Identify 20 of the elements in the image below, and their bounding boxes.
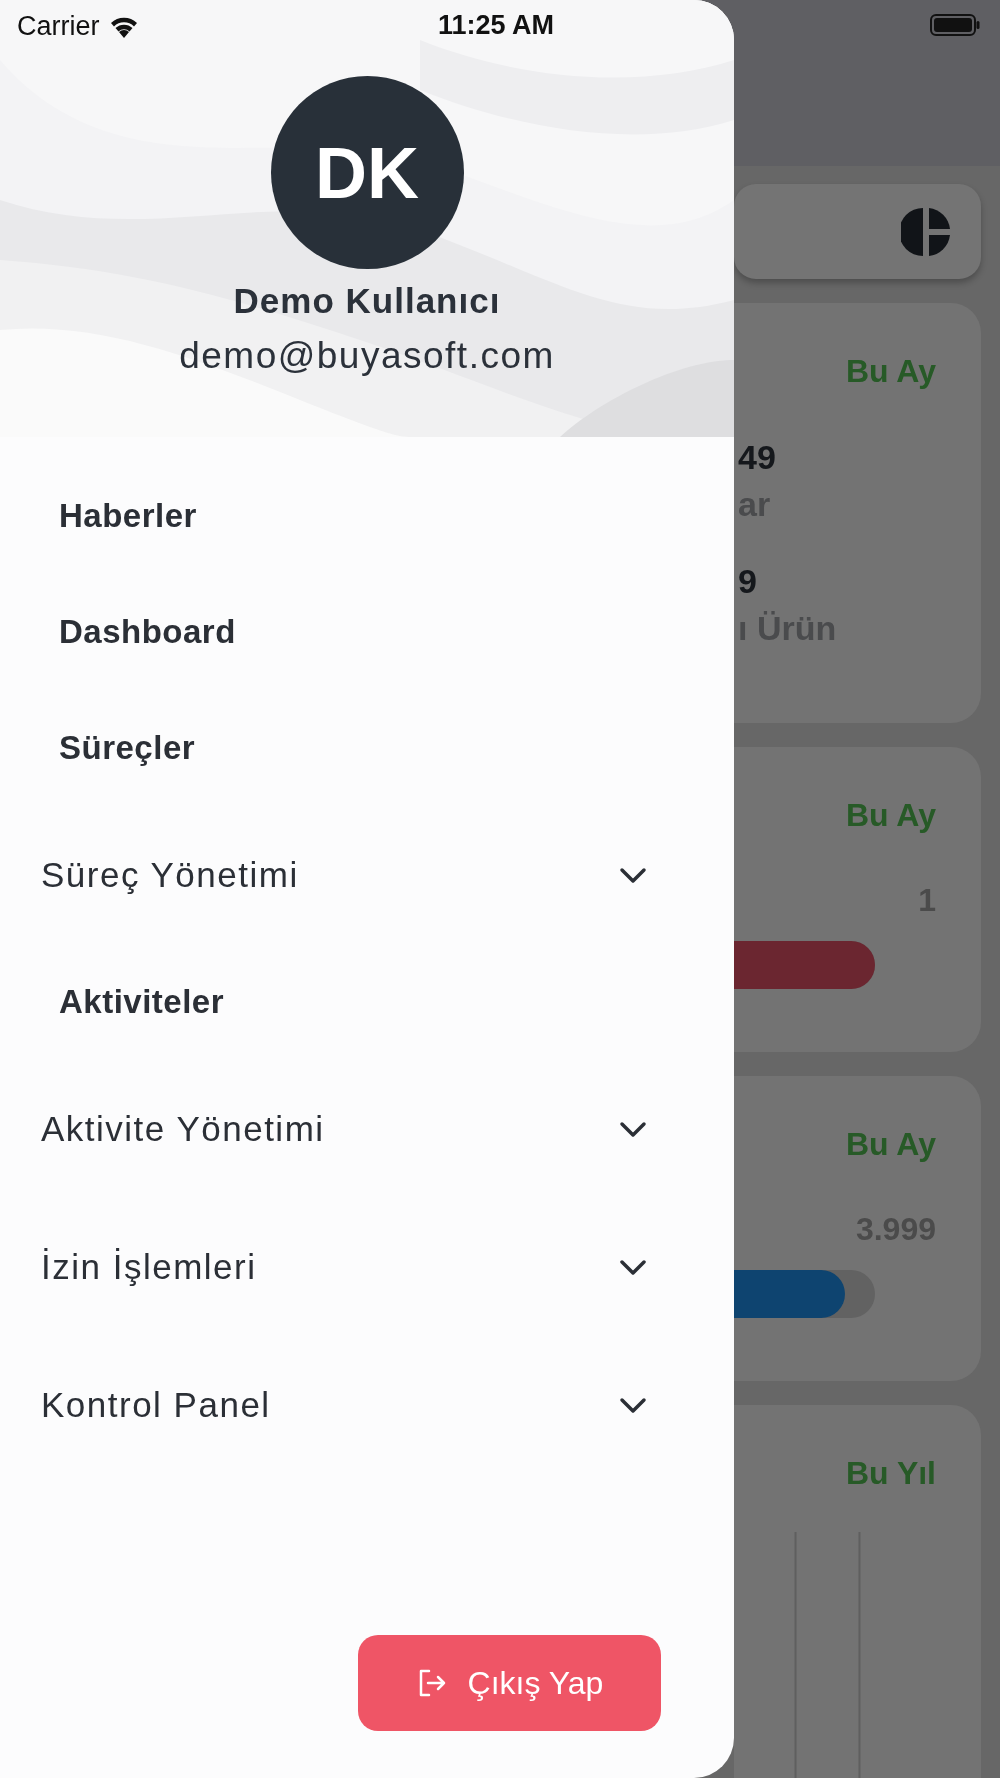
period-label: Bu Ay bbox=[845, 1126, 936, 1163]
period-label: Bu Ay bbox=[845, 797, 936, 834]
menu-group[interactable]: Aktivite Yönetimi bbox=[0, 1060, 734, 1198]
menu-item[interactable]: Aktiviteler bbox=[0, 944, 734, 1060]
menu-group[interactable]: Kontrol Panel bbox=[0, 1336, 734, 1474]
menu-group[interactable]: İzin İşlemleri bbox=[0, 1198, 734, 1336]
status-time: 11:25 AM bbox=[438, 10, 555, 41]
menu-item[interactable]: Dashboard bbox=[0, 574, 734, 690]
user-email: demo@buyasoft.com bbox=[179, 335, 555, 377]
user-name: Demo Kullanıcı bbox=[233, 281, 501, 321]
stat-value: 9 bbox=[738, 562, 757, 601]
stat-value: 49 bbox=[738, 438, 776, 477]
pie-chart-icon bbox=[901, 206, 951, 257]
battery-icon bbox=[930, 14, 980, 36]
menu-item[interactable]: Süreçler bbox=[0, 690, 734, 806]
menu-group[interactable]: Süreç Yönetimi bbox=[0, 806, 734, 944]
period-label: Bu Ay bbox=[845, 353, 936, 390]
carrier-label: Carrier bbox=[17, 10, 100, 42]
period-label: Bu Yıl bbox=[845, 1455, 936, 1492]
menu-item[interactable]: Haberler bbox=[0, 458, 734, 574]
